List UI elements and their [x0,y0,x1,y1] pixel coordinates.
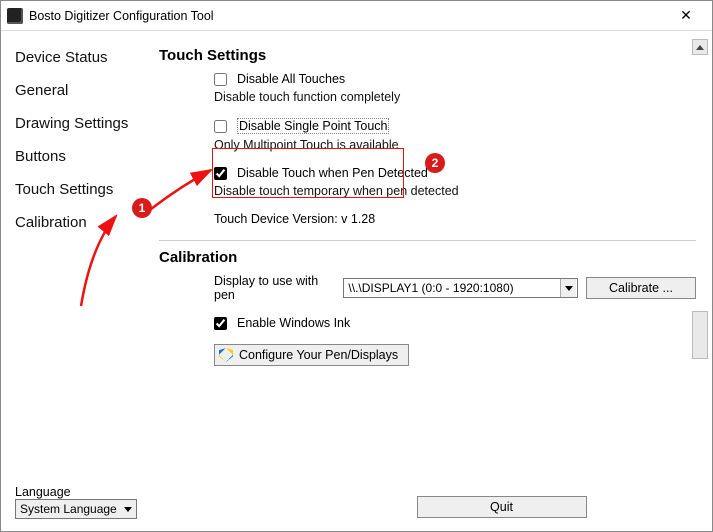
sidebar-item-device-status[interactable]: Device Status [15,41,151,74]
calibration-heading: Calibration [159,249,696,266]
disable-all-touches-label: Disable All Touches [237,72,345,86]
disable-all-touches-input[interactable] [214,73,227,86]
disable-single-touch-desc: Only Multipoint Touch is available [214,138,696,152]
shield-icon [219,348,233,362]
calibrate-button[interactable]: Calibrate ... [586,277,696,299]
disable-all-touches-desc: Disable touch function completely [214,90,696,104]
disable-single-touch-label: Disable Single Point Touch [237,118,389,134]
disable-single-touch-input[interactable] [214,120,227,133]
disable-touch-pen-checkbox[interactable]: Disable Touch when Pen Detected [214,166,696,180]
scrollbar-thumb[interactable] [692,311,708,359]
sidebar: Device Status General Drawing Settings B… [1,31,151,531]
chevron-down-icon [121,501,135,517]
chevron-down-icon [560,279,576,297]
configure-pen-label: Configure Your Pen/Displays [239,348,398,362]
language-label: Language [15,485,151,499]
language-value: System Language [20,502,117,516]
language-select[interactable]: System Language [15,499,137,519]
sidebar-item-drawing-settings[interactable]: Drawing Settings [15,107,151,140]
touch-device-version: Touch Device Version: v 1.28 [214,212,696,226]
sidebar-item-calibration[interactable]: Calibration [15,206,151,239]
sidebar-item-general[interactable]: General [15,74,151,107]
titlebar: Bosto Digitizer Configuration Tool ✕ [1,1,712,31]
scroll-up-button[interactable] [692,39,708,55]
disable-touch-pen-label: Disable Touch when Pen Detected [237,166,428,180]
window-title: Bosto Digitizer Configuration Tool [29,9,666,23]
quit-button[interactable]: Quit [417,496,587,518]
divider [159,240,696,241]
disable-touch-pen-desc: Disable touch temporary when pen detecte… [214,184,696,198]
sidebar-item-buttons[interactable]: Buttons [15,140,151,173]
close-icon[interactable]: ✕ [666,1,706,31]
enable-windows-ink-checkbox[interactable]: Enable Windows Ink [214,316,696,330]
configure-pen-button[interactable]: Configure Your Pen/Displays [214,344,409,366]
disable-single-touch-checkbox[interactable]: Disable Single Point Touch [214,118,696,134]
disable-touch-pen-input[interactable] [214,167,227,180]
app-icon [7,8,23,24]
display-to-use-label: Display to use with pen [214,274,335,302]
main-panel: Touch Settings Disable All Touches Disab… [151,31,712,531]
touch-settings-heading: Touch Settings [159,47,696,64]
disable-all-touches-checkbox[interactable]: Disable All Touches [214,72,696,86]
enable-windows-ink-label: Enable Windows Ink [237,316,350,330]
sidebar-item-touch-settings[interactable]: Touch Settings [15,173,151,206]
enable-windows-ink-input[interactable] [214,317,227,330]
display-select-value: \\.\DISPLAY1 (0:0 - 1920:1080) [348,281,513,295]
display-select[interactable]: \\.\DISPLAY1 (0:0 - 1920:1080) [343,278,578,298]
